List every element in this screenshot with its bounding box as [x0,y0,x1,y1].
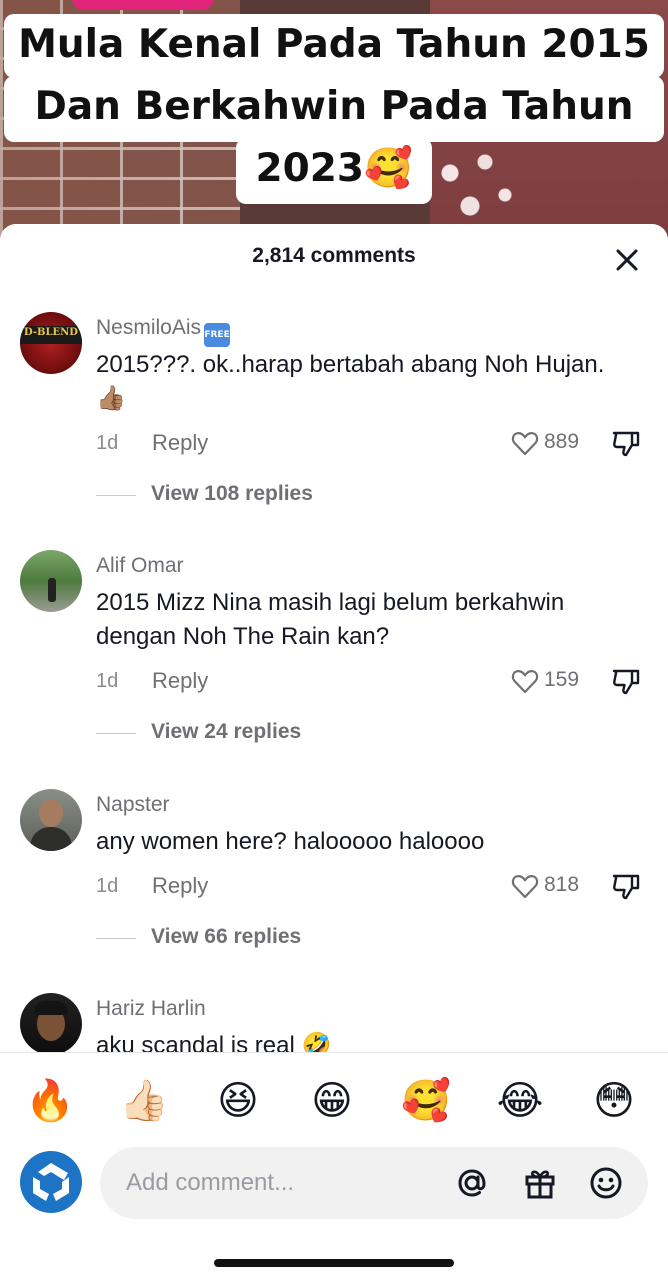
avatar-head [39,799,63,827]
close-icon [616,249,638,271]
dislike-button[interactable] [610,871,642,901]
avatar[interactable] [20,789,82,851]
avatar-cap [34,1001,68,1015]
thumbs-up-emoji-button[interactable]: 👍🏻 [118,1075,170,1127]
current-user-avatar[interactable] [20,1151,82,1213]
reply-button[interactable]: Reply [152,668,208,694]
video-caption-line-2: Dan Berkahwin Pada Tahun [4,76,664,142]
thumbs-down-icon [612,874,640,900]
comments-count-title: 2,814 comments [252,244,416,267]
replies-divider [96,495,136,496]
quick-emoji-row: 🔥 👍🏻 😆 😁 🥰 😂 😳 [0,1075,668,1125]
comment-composer-bar: 🔥 👍🏻 😆 😁 🥰 😂 😳 [0,1052,668,1280]
comment-text: 2015 Mizz Nina masih lagi belum berkahwi… [96,589,565,650]
avatar-body [30,827,72,851]
like-count: 159 [544,668,580,691]
like-count: 889 [544,430,580,453]
comment-time: 1d [96,670,119,692]
close-button[interactable] [612,245,642,275]
fire-emoji-button[interactable]: 🔥 [24,1075,76,1127]
like-count: 818 [544,873,580,896]
thumbs-down-icon [612,669,640,695]
mention-button[interactable] [452,1163,492,1203]
logo-icon [33,1163,69,1201]
replies-divider [96,733,136,734]
comment-input[interactable] [126,1165,446,1201]
caption-tag [72,0,214,10]
avatar-figure [48,578,56,602]
at-icon [458,1169,486,1197]
dislike-button[interactable] [610,666,642,696]
smiling-hearts-emoji-button[interactable]: 🥰 [400,1075,452,1127]
comment-time: 1d [96,432,119,454]
comment-meta-row: 1d Reply 159 [96,666,648,696]
dislike-button[interactable] [610,428,642,458]
tears-of-joy-emoji-button[interactable]: 😂 [494,1075,546,1127]
comment-time: 1d [96,875,119,897]
comment-item: Alif Omar 2015 Mizz Nina masih lagi belu… [0,550,668,780]
grinning-emoji-button[interactable]: 😁 [306,1075,358,1127]
view-replies-text: View 108 replies [151,482,313,505]
reply-button[interactable]: Reply [152,873,208,899]
view-replies-text: View 24 replies [151,720,302,743]
avatar-text: D-BLEND [24,327,78,338]
heart-icon [511,432,539,456]
heart-icon [511,875,539,899]
home-indicator [214,1259,454,1267]
avatar[interactable]: D-BLEND [20,312,82,374]
video-caption-line-3: 2023🥰 [236,138,432,204]
replies-divider [96,938,136,939]
flushed-emoji-button[interactable]: 😳 [588,1075,640,1127]
comment-username[interactable]: Alif Omar [96,554,184,578]
video-background: Mula Kenal Pada Tahun 2015 Dan Berkahwin… [0,0,668,250]
comment-text: any women here? halooooo haloooo [96,828,485,855]
comment-text: 2015???. ok..harap bertabah abang Noh Hu… [96,351,605,412]
view-replies-text: View 66 replies [151,925,302,948]
video-caption-line-1: Mula Kenal Pada Tahun 2015 [4,14,664,78]
comment-item: D-BLEND NesmiloAis FREE 2015???. ok..hara… [0,312,668,542]
username-text: NesmiloAis [96,316,202,339]
comment-username[interactable]: Hariz Harlin [96,997,206,1021]
reply-button[interactable]: Reply [152,430,208,456]
emoji-picker-button[interactable] [586,1163,626,1203]
comment-username[interactable]: Napster [96,793,170,817]
comment-username[interactable]: NesmiloAis FREE [96,316,231,347]
heart-icon [511,670,539,694]
thumbs-down-icon [612,431,640,457]
gift-button[interactable] [520,1163,560,1203]
comment-input-container [100,1147,648,1219]
gift-icon [525,1170,555,1199]
laughing-emoji-button[interactable]: 😆 [212,1075,264,1127]
avatar[interactable] [20,550,82,612]
comment-meta-row: 1d Reply 889 [96,428,648,458]
comment-meta-row: 1d Reply 818 [96,871,648,901]
comment-item: Napster any women here? halooooo haloooo… [0,789,668,1019]
avatar[interactable] [20,993,82,1055]
emoji-icon [590,1167,622,1199]
free-badge: FREE [204,323,231,347]
